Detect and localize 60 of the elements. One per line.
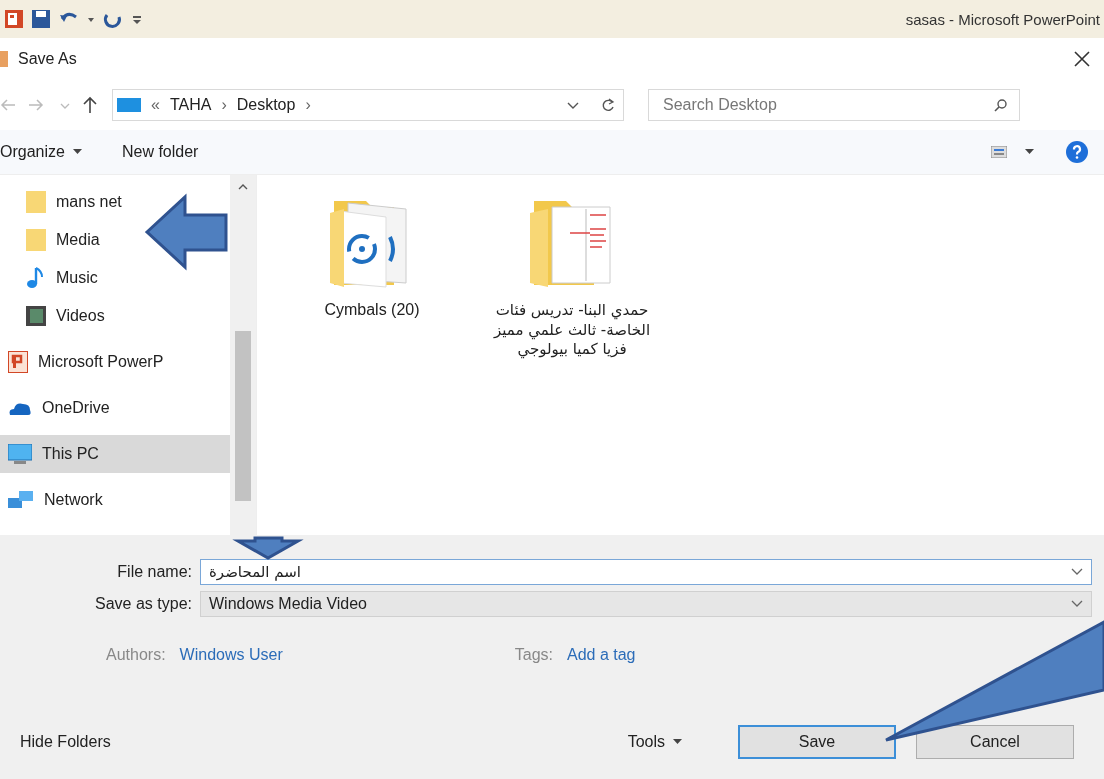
new-folder-button[interactable]: New folder — [121, 139, 199, 165]
breadcrumb-separator[interactable]: › — [221, 96, 227, 114]
app-title: sasas - Microsoft PowerPoint — [905, 10, 1100, 28]
powerpoint-icon — [8, 351, 28, 373]
hide-folders-button[interactable]: Hide Folders — [0, 733, 111, 751]
music-note-icon — [26, 267, 46, 289]
authors-link[interactable]: Windows User — [179, 646, 283, 664]
chevron-icon[interactable] — [1071, 600, 1083, 608]
sidebar-item[interactable]: Microsoft PowerP — [0, 343, 172, 381]
chevron-icon[interactable] — [567, 100, 579, 110]
organize-button[interactable]: Organize — [0, 139, 82, 165]
tags-label: Tags: — [514, 646, 553, 664]
sidebar-item[interactable]: Videos — [0, 297, 113, 335]
folder-icon — [26, 191, 46, 213]
caret-icon — [72, 149, 82, 155]
folder-icon — [26, 229, 46, 251]
sidebar-item[interactable]: Music — [0, 259, 106, 297]
scrollbar[interactable] — [230, 175, 256, 535]
file-name-field[interactable]: اسم المحاضرة — [200, 559, 1092, 585]
file-type-dropdown[interactable]: Windows Media Video — [200, 591, 1092, 617]
save-button[interactable]: Save — [738, 725, 896, 759]
breadcrumb-separator[interactable]: › — [305, 96, 311, 114]
sidebar-item[interactable]: This PC — [0, 435, 230, 473]
folder-item[interactable]: حمدي البنا- تدريس فئات الخاصة- ثالث علمي مميز فزيا كميا بيولوجي — [487, 193, 657, 360]
tools-button[interactable]: Tools — [627, 729, 682, 755]
sidebar-item[interactable]: Media — [0, 221, 108, 259]
cloud-icon — [8, 401, 32, 415]
cancel-button[interactable]: Cancel — [916, 725, 1074, 759]
folder-name: Cymbals (20) — [324, 301, 420, 319]
breadcrumb-overflow[interactable]: « — [151, 96, 160, 114]
folder-name: حمدي البنا- تدريس فئات الخاصة- ثالث علمي مميز فزيا كميا بيولوجي — [492, 301, 652, 360]
field-label: Save as type: — [94, 595, 193, 613]
breadcrumb-item[interactable]: TAHA — [169, 96, 212, 114]
folder-item[interactable]: Cymbals (20) — [287, 193, 457, 319]
dialog-title: Save As — [18, 50, 77, 68]
close-icon[interactable] — [1074, 51, 1090, 67]
up-icon[interactable] — [82, 96, 98, 114]
refresh-icon[interactable] — [601, 97, 615, 113]
chevron-icon[interactable] — [1071, 568, 1083, 576]
breadcrumb-item[interactable]: Desktop — [236, 96, 296, 114]
search-field[interactable]: Search Desktop — [648, 89, 1020, 121]
search-icon[interactable] — [994, 98, 1008, 112]
powerpoint-icon[interactable] — [4, 9, 24, 29]
monitor-icon — [8, 444, 32, 464]
address-bar[interactable]: « TAHA › Desktop › — [112, 89, 624, 121]
arrow-drawing — [232, 536, 304, 560]
film-icon — [26, 306, 46, 326]
sidebar-item[interactable]: Network — [0, 481, 111, 519]
field-label: File name: — [116, 563, 193, 581]
add-tag-link[interactable]: Add a tag — [567, 646, 636, 664]
help-icon[interactable] — [1066, 141, 1088, 163]
save-icon[interactable] — [30, 9, 52, 29]
network-icon — [8, 490, 34, 510]
sidebar-item[interactable]: OneDrive — [0, 389, 118, 427]
caret-icon — [673, 739, 682, 745]
caret-icon[interactable] — [1025, 149, 1034, 155]
sidebar-item[interactable]: mans net — [0, 183, 130, 221]
authors-label: Authors: — [106, 646, 166, 664]
view-icon[interactable] — [991, 146, 1007, 158]
scroll-up-icon[interactable] — [238, 183, 248, 191]
